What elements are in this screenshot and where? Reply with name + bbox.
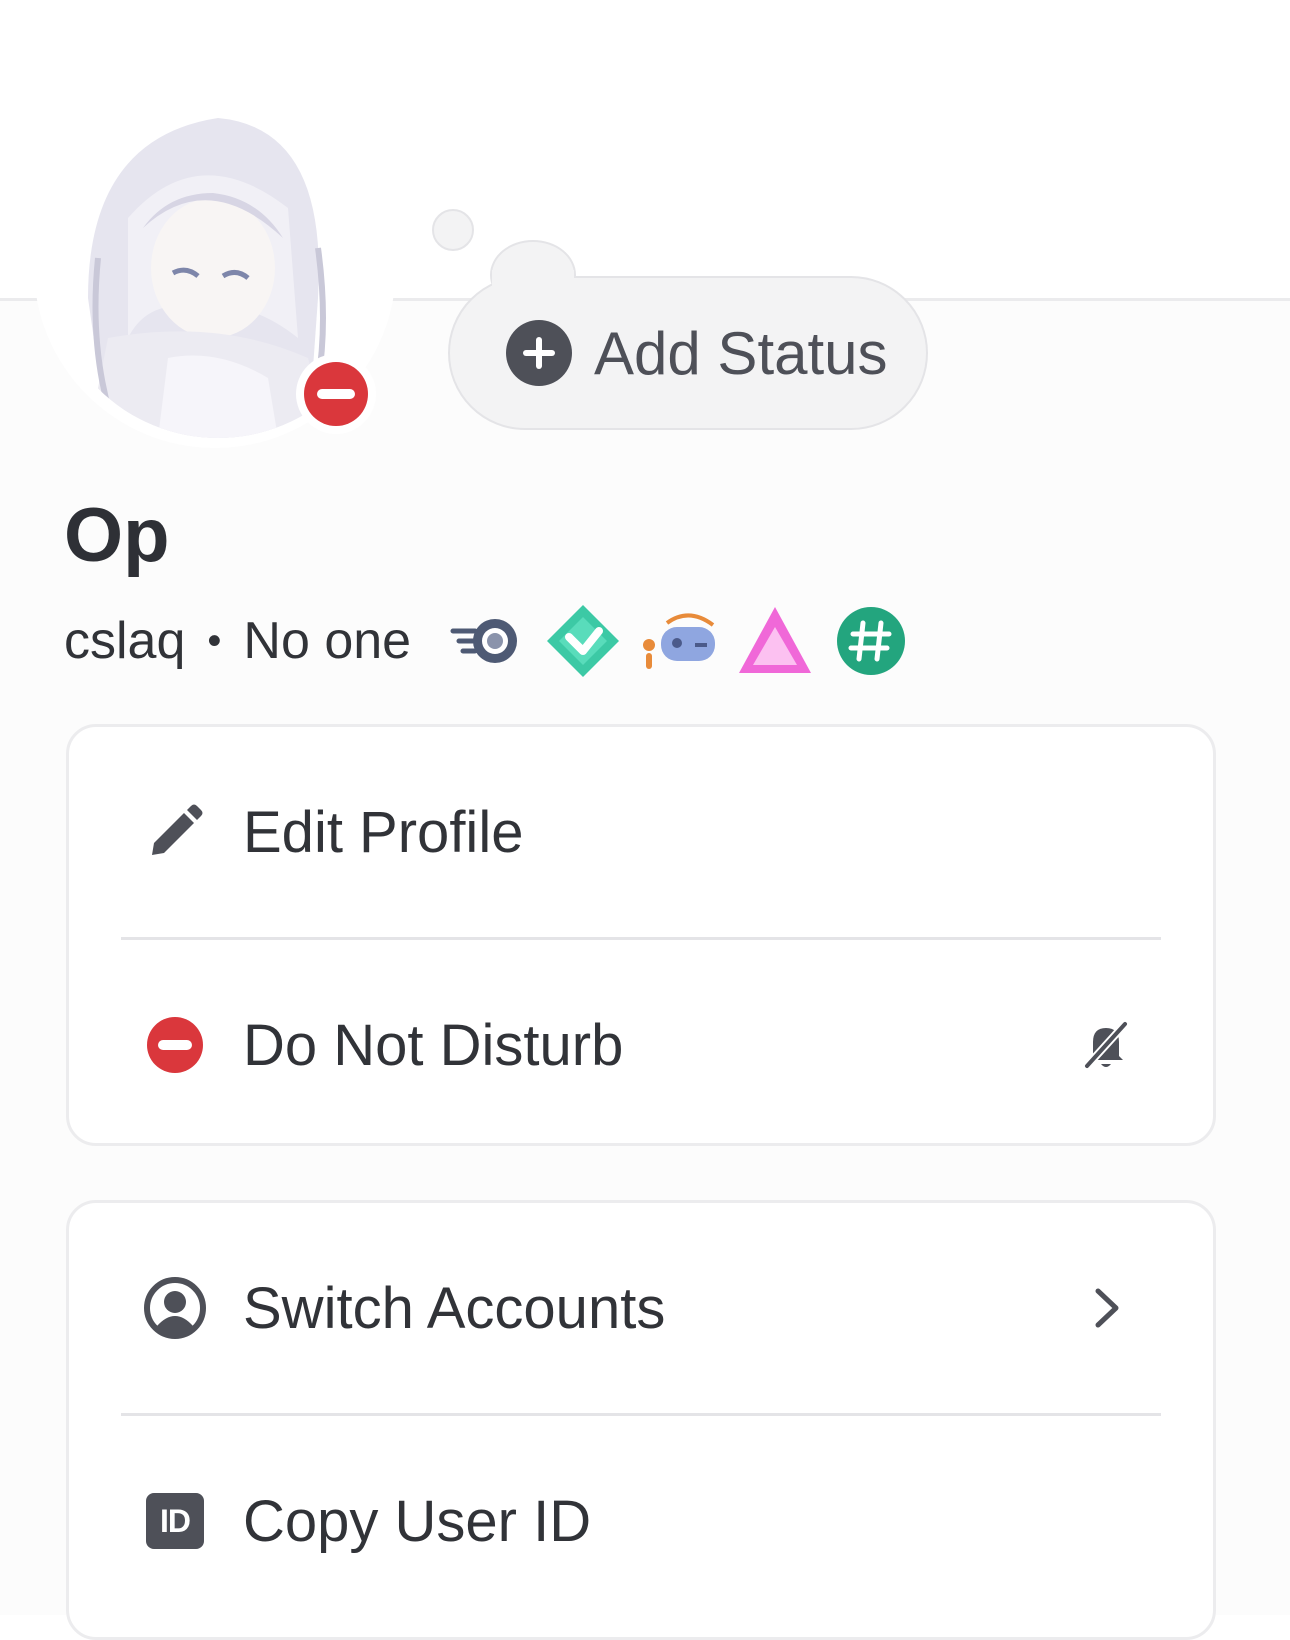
nitro-badge-icon[interactable] [447,601,527,681]
display-name: Op [64,493,170,578]
user-circle-icon [141,1274,209,1342]
separator-dot: • [207,618,222,663]
edit-profile-button[interactable]: Edit Profile [69,727,1213,937]
copy-user-id-label: Copy User ID [243,1488,592,1554]
pronouns: No one [243,612,412,670]
badge-list [447,601,911,681]
add-status-label: Add Status [594,319,888,387]
username-row: cslaq • No one [64,605,911,677]
clyde-bot-badge-icon[interactable] [639,601,719,681]
edit-profile-label: Edit Profile [243,799,524,865]
chevron-right-icon [1077,1279,1135,1337]
bell-slash-icon [1077,1016,1135,1074]
switch-accounts-label: Switch Accounts [243,1275,666,1341]
hypesquad-brilliance-badge-icon[interactable] [735,601,815,681]
do-not-disturb-label: Do Not Disturb [243,1012,624,1078]
thought-bubble-join [492,270,574,310]
pencil-icon [141,798,209,866]
username: cslaq [64,612,186,670]
profile-actions-card: Edit Profile Do Not Disturb [66,724,1216,1146]
plus-circle-icon [506,320,572,386]
switch-accounts-button[interactable]: Switch Accounts [69,1203,1213,1413]
do-not-disturb-button[interactable]: Do Not Disturb [69,940,1213,1150]
id-icon: ID [141,1487,209,1555]
hashtag-badge-icon[interactable] [831,601,911,681]
presence-dnd-icon [296,354,376,434]
copy-user-id-button[interactable]: ID Copy User ID [69,1416,1213,1626]
account-actions-card: Switch Accounts ID Copy User ID [66,1200,1216,1640]
thought-bubble-dot [432,209,474,251]
quest-badge-icon[interactable] [543,601,623,681]
dnd-status-icon [141,1011,209,1079]
